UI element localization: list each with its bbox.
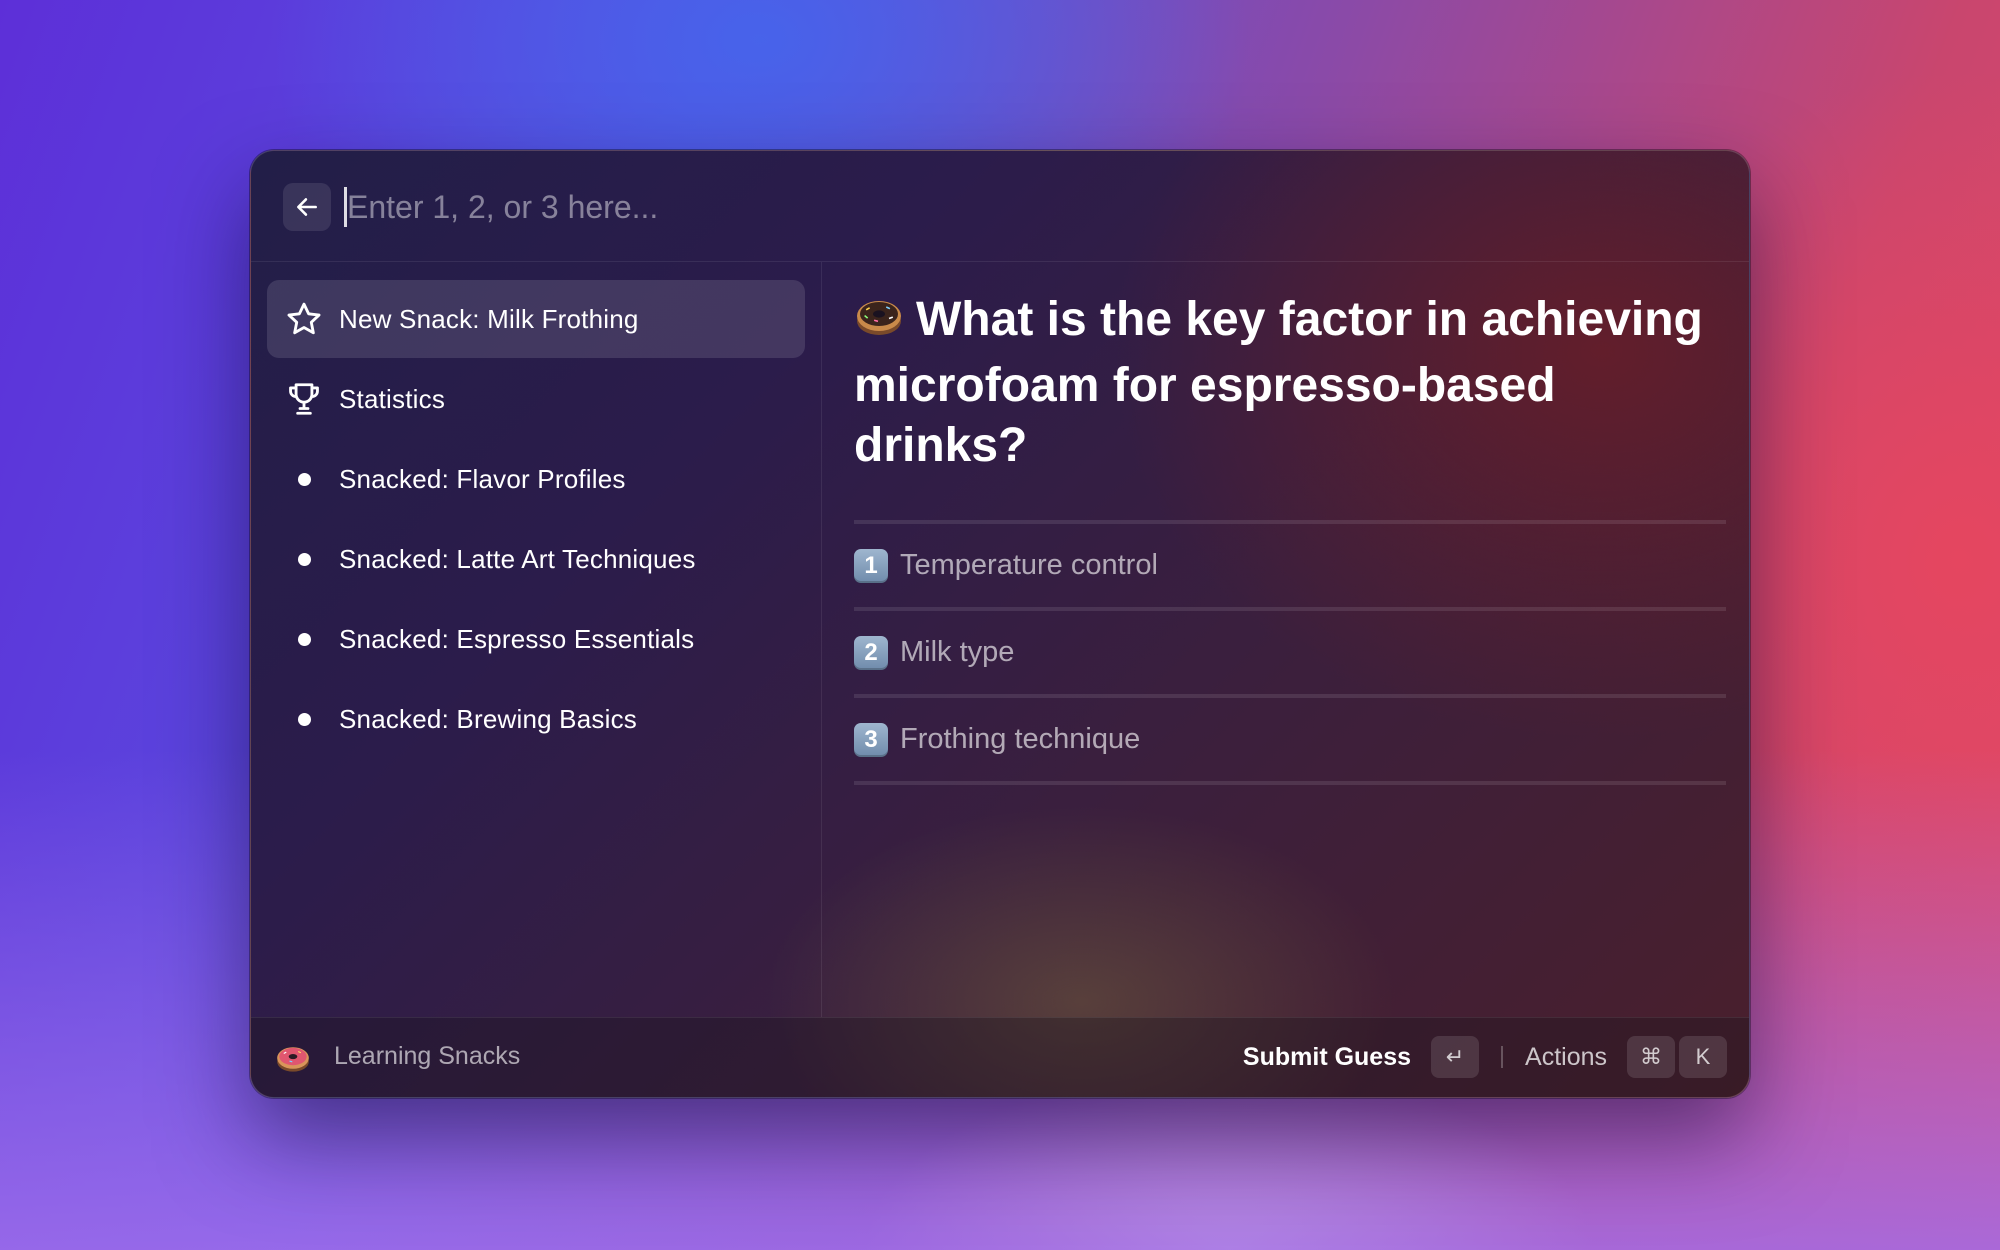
keycap-2-icon: 2: [854, 635, 888, 670]
divider: [1501, 1046, 1504, 1068]
sidebar-item-label: Snacked: Latte Art Techniques: [339, 543, 696, 574]
dot-icon: [283, 618, 325, 660]
dot-icon: [283, 538, 325, 580]
dot-icon: [283, 698, 325, 740]
sidebar-item-flavor-profiles[interactable]: Snacked: Flavor Profiles: [267, 440, 805, 518]
keycap-3-icon: 3: [854, 722, 888, 757]
sidebar-list: New Snack: Milk Frothing Statistics Snac…: [251, 262, 822, 1017]
sidebar-item-label: New Snack: Milk Frothing: [339, 303, 639, 334]
sidebar-item-label: Snacked: Espresso Essentials: [339, 623, 695, 654]
extension-name: Learning Snacks: [334, 1042, 521, 1070]
launcher-window: New Snack: Milk Frothing Statistics Snac…: [250, 150, 1750, 1098]
search-bar: [251, 151, 1749, 262]
answer-label: Milk type: [900, 636, 1015, 668]
enter-key-icon: ↵: [1431, 1036, 1480, 1078]
question-title: What is the key factor in achieving micr…: [854, 290, 1734, 476]
footer-actions: Submit Guess ↵ Actions ⌘ K: [1243, 1036, 1727, 1078]
sidebar-item-label: Statistics: [339, 383, 446, 414]
text-cursor: [344, 187, 347, 227]
donut-icon: [854, 291, 904, 356]
answer-label: Frothing technique: [900, 723, 1141, 755]
trophy-icon: [283, 378, 325, 420]
star-icon: [283, 298, 325, 340]
sidebar-item-espresso-essentials[interactable]: Snacked: Espresso Essentials: [267, 600, 805, 678]
sidebar-item-statistics[interactable]: Statistics: [267, 360, 805, 438]
arrow-left-icon: [297, 198, 317, 216]
answer-option-2: 2 Milk type: [854, 611, 1726, 698]
sidebar-item-latte-art[interactable]: Snacked: Latte Art Techniques: [267, 520, 805, 598]
sidebar-item-brewing-basics[interactable]: Snacked: Brewing Basics: [267, 680, 805, 758]
answer-option-1: 1 Temperature control: [854, 524, 1726, 611]
search-input[interactable]: [343, 179, 1647, 235]
detail-panel: What is the key factor in achieving micr…: [822, 262, 1748, 1017]
dot-icon: [283, 458, 325, 500]
submit-guess-button[interactable]: Submit Guess: [1243, 1043, 1411, 1072]
question-text: What is the key factor in achieving micr…: [854, 293, 1703, 472]
answer-option-3: 3 Frothing technique: [854, 698, 1726, 785]
action-bar: Learning Snacks Submit Guess ↵ Actions ⌘…: [251, 1017, 1749, 1097]
sidebar-item-new-snack[interactable]: New Snack: Milk Frothing: [267, 280, 805, 358]
k-key-icon: K: [1679, 1036, 1727, 1078]
sidebar-item-label: Snacked: Brewing Basics: [339, 703, 637, 734]
command-key-icon: ⌘: [1627, 1036, 1675, 1078]
answer-label: Temperature control: [900, 549, 1158, 581]
sidebar-item-label: Snacked: Flavor Profiles: [339, 463, 626, 494]
actions-button[interactable]: Actions: [1525, 1043, 1607, 1072]
back-button[interactable]: [283, 183, 331, 231]
keycap-1-icon: 1: [854, 548, 888, 583]
answer-list: 1 Temperature control 2 Milk type 3 Frot…: [854, 520, 1726, 785]
donut-icon: [275, 1040, 311, 1076]
